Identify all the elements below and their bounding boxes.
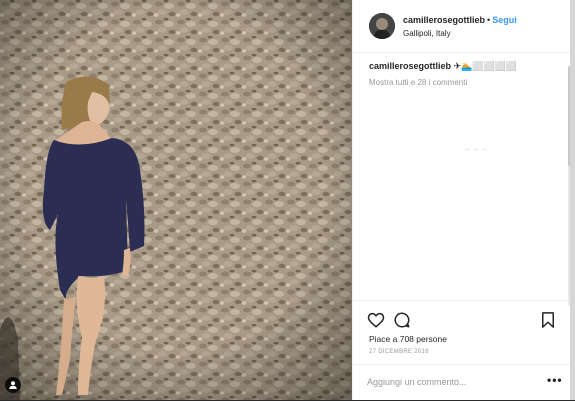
post-details-panel: camillerosegottlieb • Segui Gallipoli, Ita…: [352, 0, 573, 401]
comment-bar: •••: [353, 364, 571, 401]
location-link[interactable]: Gallipoli, Italy: [403, 27, 517, 41]
caption-text: ✈🏊⬜⬜⬜⬜: [453, 61, 518, 71]
bookmark-icon[interactable]: [539, 311, 557, 329]
loading-indicator: – – –: [465, 145, 488, 154]
user-tag-icon[interactable]: [5, 377, 21, 393]
photo-image: [0, 0, 352, 400]
post-modal: camillerosegottlieb • Segui Gallipoli, Ita…: [0, 0, 575, 400]
post-photo[interactable]: [0, 0, 352, 400]
action-bar: [353, 300, 571, 337]
caption: camillerosegottlieb ✈🏊⬜⬜⬜⬜: [353, 53, 571, 72]
post-date: 27 DICEMBRE 2016: [369, 349, 429, 355]
comment-input[interactable]: [367, 374, 527, 390]
follow-button[interactable]: Segui: [492, 15, 517, 25]
avatar[interactable]: [369, 13, 395, 39]
post-header: camillerosegottlieb • Segui Gallipoli, Ita…: [353, 0, 571, 53]
separator-dot: •: [487, 14, 491, 25]
page-scrollbar[interactable]: [570, 0, 575, 400]
more-options-button[interactable]: •••: [547, 373, 563, 387]
heart-icon[interactable]: [367, 311, 385, 329]
caption-username[interactable]: camillerosegottlieb: [369, 61, 451, 71]
view-all-comments-link[interactable]: Mostra tutti e 28 i commenti: [353, 72, 571, 87]
username-link[interactable]: camillerosegottlieb: [403, 15, 485, 25]
likes-count[interactable]: Piace a 708 persone: [369, 334, 447, 344]
speech-bubble-icon[interactable]: [393, 311, 411, 329]
